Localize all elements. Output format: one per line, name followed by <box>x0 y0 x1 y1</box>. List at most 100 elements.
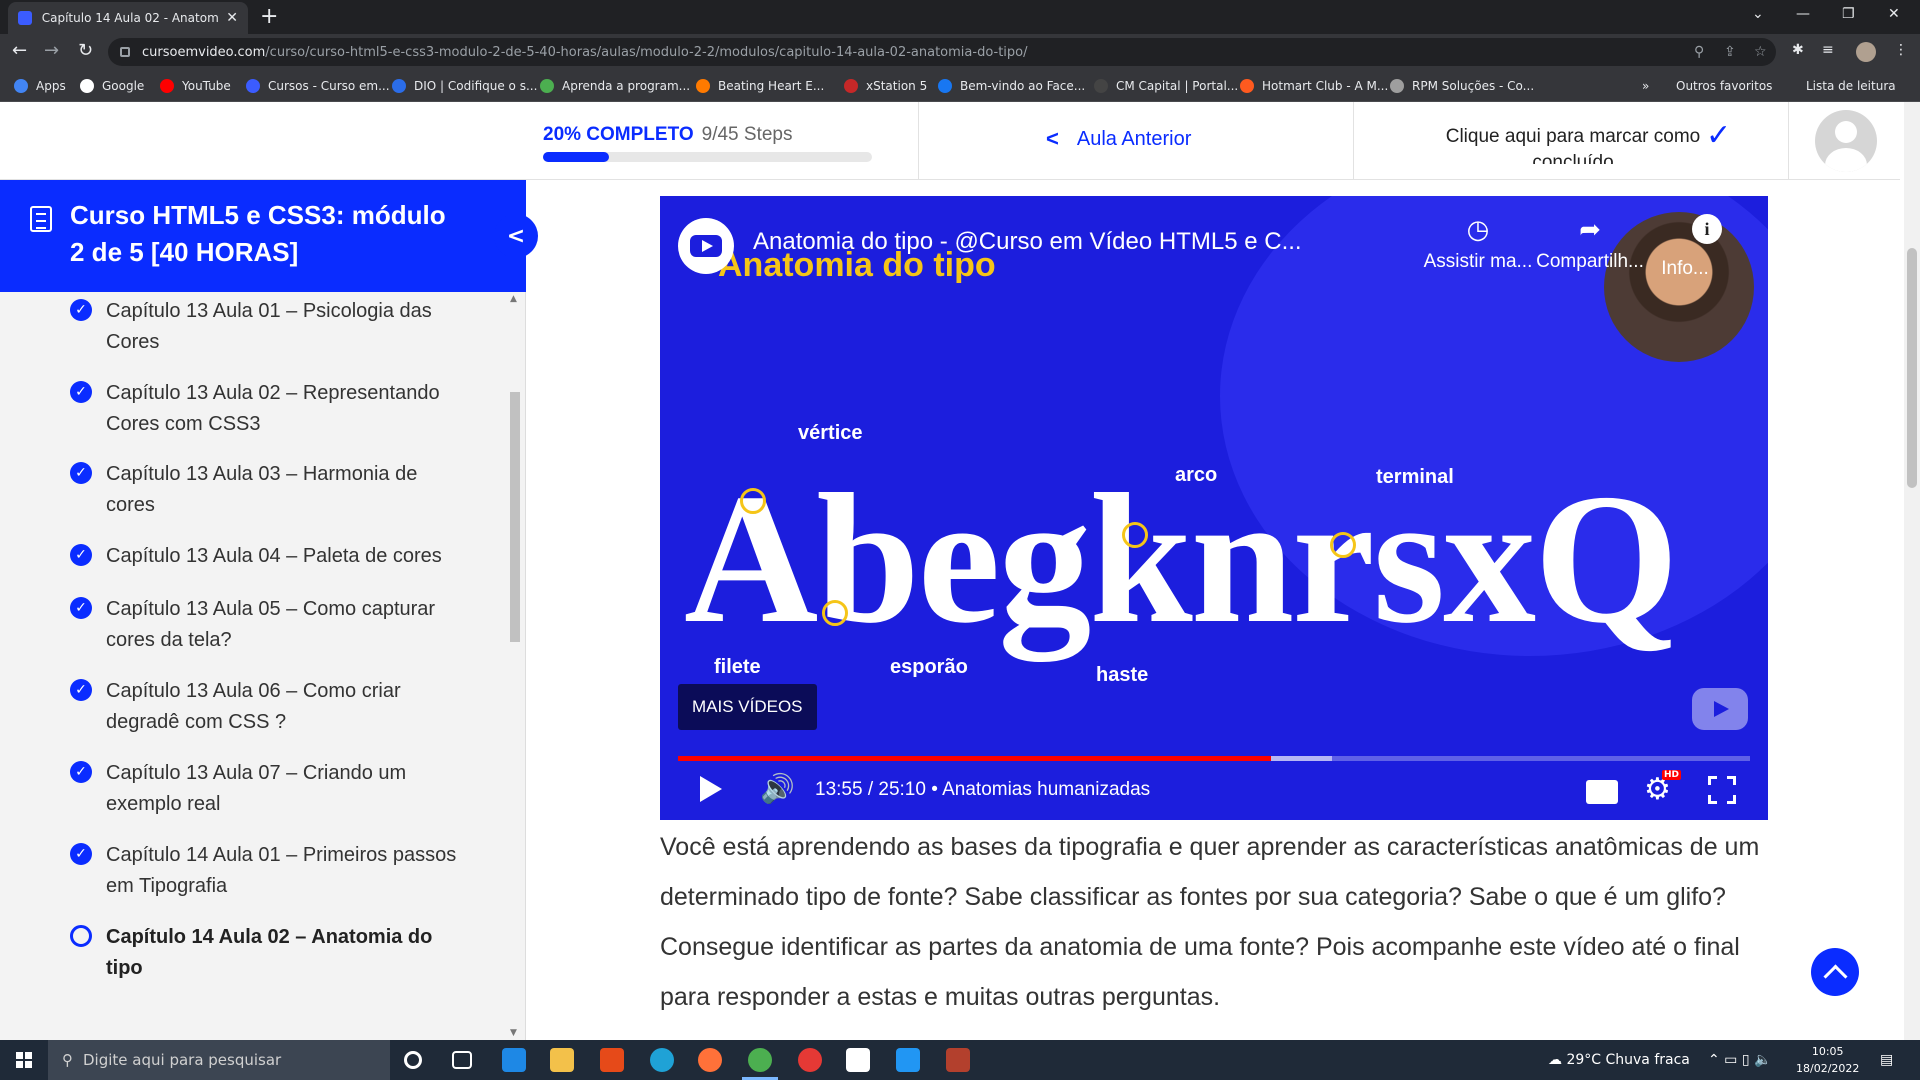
menu-kebab-icon[interactable]: ⋮ <box>1894 42 1908 58</box>
sidebar-lesson-item[interactable]: Capítulo 14 Aula 02 – Anatomia do tipo <box>70 922 470 984</box>
system-clock[interactable]: 10:05 18/02/2022 <box>1796 1043 1859 1077</box>
collapse-sidebar-button[interactable]: < <box>494 214 538 258</box>
progress-steps: 9/45 Steps <box>701 124 793 145</box>
lock-icon[interactable] <box>120 47 130 57</box>
recorder-icon[interactable] <box>798 1048 822 1072</box>
course-title[interactable]: Curso HTML5 e CSS3: módulo 2 de 5 [40 HO… <box>70 197 450 271</box>
tab-search-icon[interactable]: ⌄ <box>1752 6 1764 22</box>
file-explorer-icon[interactable] <box>550 1048 574 1072</box>
previous-lesson-button[interactable]: < Aula Anterior <box>1046 126 1191 152</box>
scroll-down-icon[interactable]: ▼ <box>510 1028 517 1038</box>
marker-ring <box>1330 532 1356 558</box>
video-progress-bar[interactable] <box>678 756 1750 761</box>
back-arrow-icon[interactable]: ← <box>12 40 27 61</box>
start-menu-icon[interactable] <box>16 1052 32 1068</box>
video-title[interactable]: Anatomia do tipo - @Curso em Vídeo HTML5… <box>753 228 1302 256</box>
close-tab-icon[interactable]: ✕ <box>226 10 238 26</box>
cortana-icon[interactable] <box>404 1051 422 1069</box>
other-bookmarks-folder[interactable]: Outros favoritos <box>1676 78 1772 94</box>
fullscreen-icon[interactable] <box>1706 774 1738 806</box>
marker-ring <box>1122 522 1148 548</box>
marker-ring <box>822 600 848 626</box>
forward-arrow-icon[interactable]: → <box>44 40 59 61</box>
store-icon[interactable] <box>502 1048 526 1072</box>
chrome-icon[interactable] <box>742 1048 778 1080</box>
checkmark-icon[interactable]: ✓ <box>1706 118 1731 153</box>
share-button[interactable]: ➦ Compartilh... <box>1530 214 1650 273</box>
page-scrollbar[interactable] <box>1904 102 1920 1040</box>
firefox-icon[interactable] <box>698 1048 722 1072</box>
info-icon[interactable]: i <box>1692 214 1722 244</box>
task-view-icon[interactable] <box>452 1051 472 1069</box>
watch-later-button[interactable]: ◷ Assistir ma... <box>1418 214 1538 273</box>
tray-icons[interactable]: ⌃ ▭ ▯ 🔈 <box>1708 1052 1771 1068</box>
sidebar-lesson-item[interactable]: ✓ Capítulo 13 Aula 02 – Representando Cor… <box>70 378 470 440</box>
sidebar-lesson-item[interactable]: ✓ Capítulo 13 Aula 03 – Harmonia de cores <box>70 459 470 521</box>
reload-icon[interactable]: ↻ <box>78 40 93 61</box>
bookmark-item[interactable]: Beating Heart E... <box>696 78 824 94</box>
youtube-logo-icon[interactable] <box>1692 688 1748 730</box>
app-icon[interactable] <box>946 1048 970 1072</box>
bookmark-item[interactable]: Google <box>80 78 144 94</box>
extensions-icon[interactable]: ✱ <box>1792 42 1804 58</box>
sidebar-lesson-item[interactable]: ✓ Capítulo 13 Aula 06 – Como criar degrad… <box>70 676 470 738</box>
address-bar[interactable]: cursoemvideo.com /curso/curso-html5-e-cs… <box>108 38 1776 66</box>
sidebar-scroll-thumb[interactable] <box>510 392 520 642</box>
share-icon[interactable]: ⇪ <box>1724 44 1736 60</box>
edge-icon[interactable] <box>650 1048 674 1072</box>
lesson-description: Você está aprendendo as bases da tipogra… <box>660 833 1760 1011</box>
channel-logo[interactable] <box>678 218 734 274</box>
bookmark-item[interactable]: Cursos - Curso em... <box>246 78 390 94</box>
bookmark-item[interactable]: Aprenda a program... <box>540 78 690 94</box>
mark-complete-button[interactable]: Clique aqui para marcar como concluído <box>1408 124 1738 164</box>
bookmark-label: xStation 5 <box>866 79 928 93</box>
video-player[interactable]: Anatomia do tipo Anatomia do tipo - @Cur… <box>660 196 1768 820</box>
bookmark-item[interactable]: Apps <box>14 78 66 94</box>
lesson-complete-icon: ✓ <box>70 597 92 619</box>
new-tab-button[interactable]: + <box>260 4 278 29</box>
bookmark-item[interactable]: xStation 5 <box>844 78 927 94</box>
maximize-button[interactable]: ❐ <box>1842 6 1855 22</box>
sidebar-lesson-item[interactable]: ✓ Capítulo 13 Aula 04 – Paleta de cores <box>70 541 470 572</box>
label-filete: filete <box>714 656 761 678</box>
bookmark-item[interactable]: Bem-vindo ao Face... <box>938 78 1085 94</box>
office-icon[interactable] <box>600 1048 624 1072</box>
bookmark-item[interactable]: CM Capital | Portal... <box>1094 78 1238 94</box>
sidebar-lesson-item[interactable]: ✓ Capítulo 13 Aula 07 – Criando um exempl… <box>70 758 470 820</box>
lesson-complete-icon: ✓ <box>70 299 92 321</box>
media-control-icon[interactable]: ≡ <box>1822 42 1834 58</box>
sidebar-lesson-item[interactable]: ✓ Capítulo 13 Aula 05 – Como capturar cor… <box>70 594 470 656</box>
notifications-icon[interactable]: ▤ <box>1880 1052 1893 1068</box>
notepad-icon[interactable] <box>846 1048 870 1072</box>
sidebar-lesson-item[interactable]: ✓ Capítulo 14 Aula 01 – Primeiros passos … <box>70 840 470 902</box>
browser-tab-active[interactable]: Capítulo 14 Aula 02 - Anatomia do tipo ✕ <box>8 2 248 34</box>
profile-avatar[interactable] <box>1856 42 1876 62</box>
scroll-up-icon[interactable]: ▲ <box>510 294 517 304</box>
play-icon[interactable] <box>700 776 722 802</box>
bookmark-star-icon[interactable]: ☆ <box>1754 44 1767 60</box>
bookmark-item[interactable]: RPM Soluções - Co... <box>1390 78 1534 94</box>
sidebar-scrollbar[interactable]: ▲ ▼ <box>508 292 522 1040</box>
bookmark-item[interactable]: DIO | Codifique o s... <box>392 78 537 94</box>
info-label[interactable]: Info... <box>1640 258 1730 280</box>
bookmark-item[interactable]: Hotmart Club - A M... <box>1240 78 1388 94</box>
bookmarks-overflow-button[interactable]: » <box>1642 78 1649 94</box>
vscode-icon[interactable] <box>896 1048 920 1072</box>
taskbar-search-box[interactable]: ⚲ Digite aqui para pesquisar <box>48 1040 390 1080</box>
captions-icon[interactable] <box>1586 780 1618 804</box>
reading-list-button[interactable]: Lista de leitura <box>1806 78 1896 94</box>
bookmark-favicon-icon <box>1094 79 1108 93</box>
page-scroll-thumb[interactable] <box>1907 248 1917 488</box>
scroll-to-top-button[interactable] <box>1811 948 1859 996</box>
close-window-button[interactable]: ✕ <box>1888 6 1900 22</box>
zoom-icon[interactable]: ⚲ <box>1694 44 1704 60</box>
weather-widget[interactable]: ☁ 29°C Chuva fraca <box>1548 1052 1690 1068</box>
bookmark-item[interactable]: YouTube <box>160 78 231 94</box>
volume-icon[interactable]: 🔊 <box>760 772 795 805</box>
user-avatar[interactable] <box>1815 110 1877 172</box>
weather-text: 29°C Chuva fraca <box>1566 1052 1690 1068</box>
video-chapter[interactable]: Anatomias humanizadas <box>942 779 1150 800</box>
minimize-button[interactable]: — <box>1796 6 1810 22</box>
more-videos-button[interactable]: MAIS VÍDEOS <box>678 684 817 730</box>
sidebar-lesson-item[interactable]: ✓ Capítulo 13 Aula 01 – Psicologia das Co… <box>70 296 470 358</box>
